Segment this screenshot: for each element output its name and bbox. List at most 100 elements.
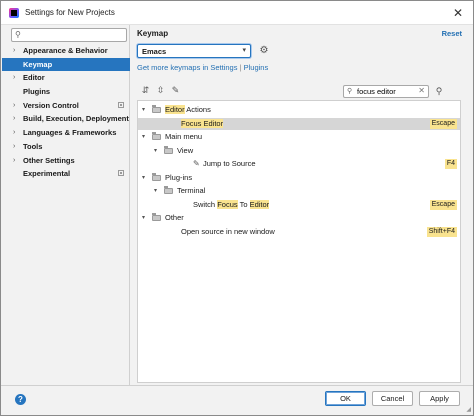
chevron-down-icon[interactable]: ▾ [154,145,157,157]
chevron-right-icon[interactable]: › [13,112,15,126]
tree-folder-row[interactable]: ▾ Other [138,212,460,224]
dialog-footer: ? OK Cancel Apply ◢ [1,385,473,415]
chevron-right-icon[interactable]: › [13,126,15,140]
help-icon[interactable]: ? [15,394,26,405]
search-match-text: Focus Editor [181,118,224,128]
tree-row-label: Other [165,212,184,224]
tree-folder-row[interactable]: ▾ Terminal [138,185,460,197]
chevron-right-icon[interactable]: › [13,140,15,154]
search-match-text: Focus [217,199,238,209]
chevron-down-icon[interactable]: ▾ [142,212,145,224]
tree-folder-row[interactable]: ▾ Main menu [138,131,460,143]
tree-folder-row[interactable]: ▾ View [138,145,460,157]
sidebar-item-label: Keymap [23,59,53,69]
reset-link[interactable]: Reset [442,29,462,38]
folder-icon [164,186,173,194]
plugins-link[interactable]: Plugins [244,63,269,72]
tree-row-label: Editor Actions [165,104,211,116]
label-text: To [237,199,250,209]
sidebar-item-other-settings[interactable]: › Other Settings [2,154,130,168]
label-text: Open source in new window [181,226,275,236]
tree-folder-row[interactable]: ▾ Plug-ins [138,172,460,184]
settings-search-field[interactable]: ⚲ [11,28,127,42]
label-text: Other [165,213,184,222]
keymap-toolbar: ⇵ ⇳ ✎ ⚲ ✕ ⚲ [131,83,472,99]
keymap-filter-input[interactable] [357,87,417,96]
links-separator: | [239,63,242,72]
chevron-right-icon[interactable]: › [13,99,15,113]
sidebar-item-experimental[interactable]: Experimental [2,167,130,181]
sidebar-item-appearance-behavior[interactable]: › Appearance & Behavior [2,44,130,58]
chevron-down-icon[interactable]: ▾ [142,131,145,143]
apply-button[interactable]: Apply [419,391,460,406]
sidebar-item-label: Build, Execution, Deployment [23,114,129,124]
sidebar-item-build-execution-deployment[interactable]: › Build, Execution, Deployment [2,112,130,126]
project-level-icon [118,170,124,177]
tree-action-row[interactable]: Focus Editor Escape [138,117,460,130]
find-by-shortcut-icon[interactable]: ⚲ [433,85,445,97]
ok-button[interactable]: OK [325,391,366,406]
collapse-all-icon[interactable]: ⇳ [155,85,166,96]
chevron-down-icon[interactable]: ▾ [142,172,145,184]
tree-row-label: Open source in new window [181,226,275,238]
gear-icon[interactable]: ⚙ [258,45,270,57]
sidebar-item-tools[interactable]: › Tools [2,140,130,154]
keymap-filter-field[interactable]: ⚲ ✕ [343,85,429,98]
resize-grip-icon[interactable]: ◢ [466,406,471,413]
tree-action-row[interactable]: Open source in new window Shift+F4 [138,226,460,238]
settings-search-input[interactable] [28,30,124,40]
pencil-icon[interactable]: ✎ [170,85,181,96]
folder-icon [152,172,161,181]
pencil-icon: ✎ [193,159,200,168]
window-title: Settings for New Projects [25,8,115,17]
expand-all-icon[interactable]: ⇵ [140,85,151,96]
keymap-action-tree[interactable]: ▾ Editor Actions Focus Editor Escape ▾ Main m… [137,100,461,383]
sidebar-item-label: Other Settings [23,155,75,165]
sidebar-item-plugins[interactable]: Plugins [2,85,130,99]
tree-row-label: Jump to Source [203,158,256,170]
label-text: View [177,145,194,155]
sidebar-item-label: Experimental [23,169,71,179]
sidebar-item-label: Version Control [23,100,79,110]
keymap-dropdown[interactable]: Emacs ▾ [137,44,251,58]
tree-row-label: Terminal [177,185,205,197]
chevron-right-icon[interactable]: › [13,71,15,85]
sidebar-item-version-control[interactable]: › Version Control [2,99,130,113]
clear-icon[interactable]: ✕ [418,86,425,95]
keymap-panel: Keymap Reset Emacs ▾ ⚙ Get more keymaps … [131,25,472,385]
tree-row-label: Focus Editor [181,118,224,130]
search-match-text: Editor [165,105,185,114]
shortcut-badge: Escape [429,118,457,129]
chevron-down-icon[interactable]: ▾ [154,185,157,197]
page-title: Keymap [137,29,169,38]
search-icon: ⚲ [347,88,353,95]
settings-nav: › Appearance & Behavior Keymap › Editor Plugi… [2,44,130,181]
tree-action-row[interactable]: ✎ Jump to Source F4 [138,158,460,170]
tree-row-label: Switch Focus To Editor [193,199,270,211]
close-icon[interactable]: ✕ [451,6,465,20]
settings-sidebar: ⚲ › Appearance & Behavior Keymap › Editor Plu… [2,25,130,385]
shortcut-badge: Shift+F4 [426,226,457,237]
chevron-right-icon[interactable]: › [13,154,15,168]
sidebar-item-label: Languages & Frameworks [23,128,117,138]
label-text: Main menu [165,132,203,141]
sidebar-item-languages-frameworks[interactable]: › Languages & Frameworks [2,126,130,140]
cancel-button[interactable]: Cancel [372,391,413,406]
label-text: Switch [193,199,218,209]
shortcut-badge: Escape [429,199,457,210]
sidebar-item-editor[interactable]: › Editor [2,71,130,85]
sidebar-item-keymap[interactable]: Keymap [2,57,130,72]
sidebar-item-label: Editor [23,73,45,83]
keymap-links: Get more keymaps in Settings | Plugins [137,63,268,72]
tree-action-row[interactable]: Switch Focus To Editor Escape [138,199,460,211]
keymap-dropdown-value: Emacs [142,47,167,56]
label-text: Terminal [177,186,206,195]
label-text: Plug-ins [165,172,193,182]
more-keymaps-link[interactable]: Get more keymaps in Settings [137,63,237,72]
folder-icon [152,213,161,221]
tree-folder-row[interactable]: ▾ Editor Actions [138,104,460,116]
folder-icon [152,105,161,113]
chevron-right-icon[interactable]: › [13,44,15,58]
shortcut-badge: F4 [444,159,457,169]
chevron-down-icon[interactable]: ▾ [142,104,145,116]
